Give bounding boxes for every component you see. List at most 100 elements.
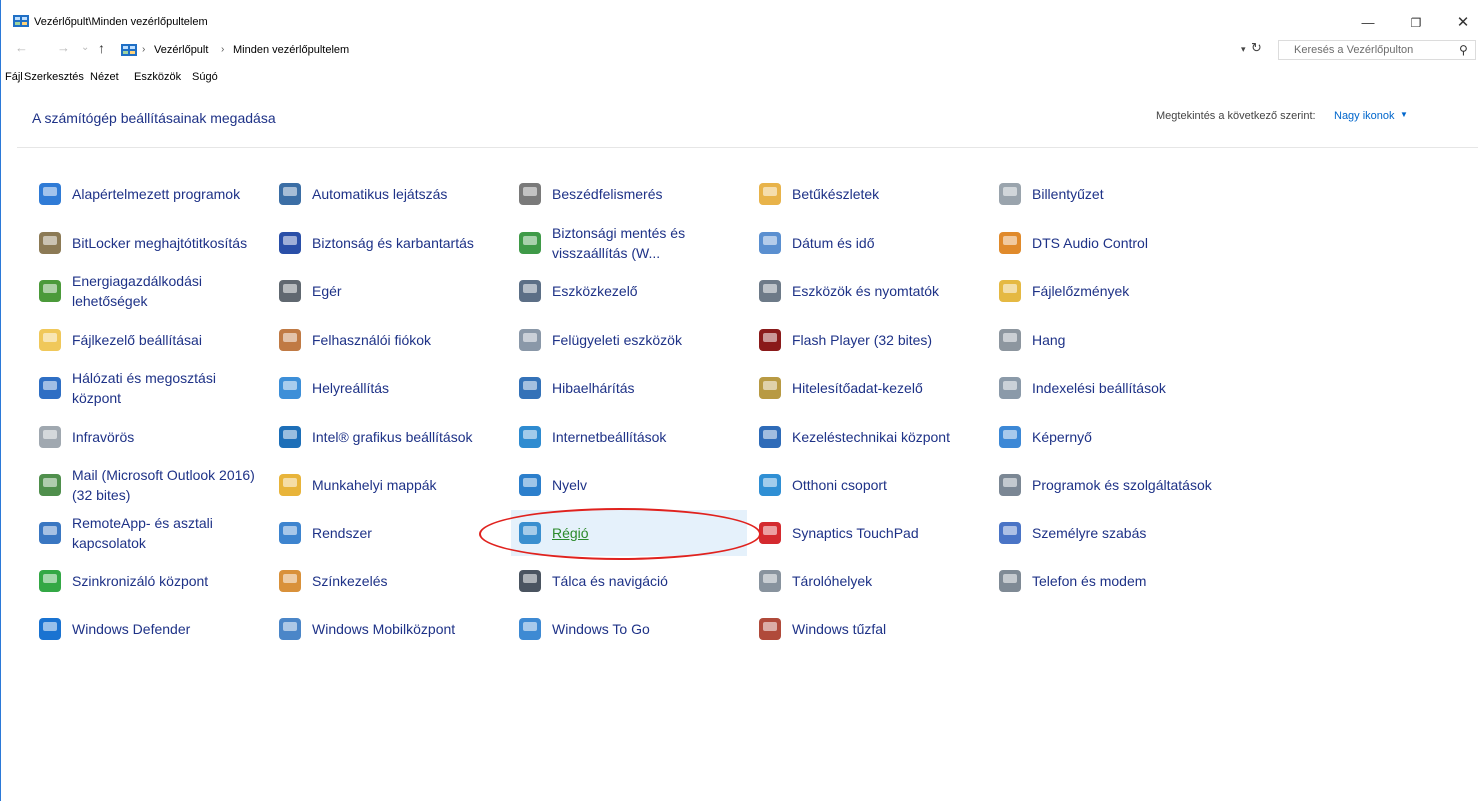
refresh-icon[interactable]: ↻ xyxy=(1251,40,1262,56)
menu-tools[interactable]: Eszközök xyxy=(134,71,181,83)
control-panel-item-label: Windows tűzfal xyxy=(792,621,887,637)
keyboard-icon xyxy=(999,183,1021,205)
breadcrumb-all-items[interactable]: Minden vezérlőpultelem xyxy=(233,44,349,56)
control-panel-item[interactable]: Eszközkezelő xyxy=(511,268,747,314)
control-panel-item-label: Alapértelmezett programok xyxy=(72,186,241,202)
up-button[interactable]: ↑ xyxy=(98,40,105,56)
address-bar[interactable]: › Vezérlőpult › Minden vezérlőpultelem ▾ xyxy=(116,40,1270,62)
control-panel-item[interactable]: Tálca és navigáció xyxy=(511,558,747,604)
breadcrumb-separator[interactable]: › xyxy=(142,44,145,55)
control-panel-item[interactable]: Tárolóhelyek xyxy=(751,558,987,604)
control-panel-item[interactable]: Hitelesítőadat-kezelő xyxy=(751,365,987,411)
minimize-button[interactable]: — xyxy=(1346,14,1390,32)
control-panel-item[interactable]: Telefon és modem xyxy=(991,558,1227,604)
control-panel-item[interactable]: Hálózati és megosztási központ xyxy=(31,365,267,411)
control-panel-item[interactable]: Biztonság és karbantartás xyxy=(271,220,507,266)
control-panel-item[interactable]: Energiagazdálkodási lehetőségek xyxy=(31,268,267,314)
control-panel-item[interactable]: Windows tűzfal xyxy=(751,606,987,652)
address-dropdown-icon[interactable]: ▾ xyxy=(1241,44,1246,55)
control-panel-item[interactable]: Synaptics TouchPad xyxy=(751,510,987,556)
control-panel-item[interactable]: Fájlkezelő beállításai xyxy=(31,317,267,363)
control-panel-item[interactable]: Billentyűzet xyxy=(991,171,1227,217)
control-panel-item[interactable]: DTS Audio Control xyxy=(991,220,1227,266)
control-panel-item-label: Hang xyxy=(1032,332,1066,348)
control-panel-icon xyxy=(13,15,29,27)
control-panel-item-label: Képernyő xyxy=(1032,429,1092,445)
breadcrumb-separator[interactable]: › xyxy=(221,44,224,55)
control-panel-item[interactable]: Biztonsági mentés és visszaállítás (W... xyxy=(511,220,747,266)
control-panel-item[interactable]: Windows Defender xyxy=(31,606,267,652)
control-panel-item[interactable]: Egér xyxy=(271,268,507,314)
control-panel-item[interactable]: Szinkronizáló központ xyxy=(31,558,267,604)
control-panel-item[interactable]: Automatikus lejátszás xyxy=(271,171,507,217)
file-history-icon xyxy=(999,280,1021,302)
control-panel-item-label: Kezeléstechnikai központ xyxy=(792,429,950,445)
control-panel-item[interactable]: Betűkészletek xyxy=(751,171,987,217)
control-panel-item[interactable]: Régió xyxy=(511,510,747,556)
control-panel-item[interactable]: Indexelési beállítások xyxy=(991,365,1227,411)
control-panel-item[interactable]: Személyre szabás xyxy=(991,510,1227,556)
control-panel-item[interactable]: Dátum és idő xyxy=(751,220,987,266)
control-panel-item[interactable]: Felügyeleti eszközök xyxy=(511,317,747,363)
control-panel-item-label: Eszközkezelő xyxy=(552,283,638,299)
control-panel-item[interactable]: Felhasználói fiókok xyxy=(271,317,507,363)
fonts-icon xyxy=(759,183,781,205)
maximize-button[interactable]: ❐ xyxy=(1394,14,1438,32)
control-panel-item-label: Billentyűzet xyxy=(1032,186,1104,202)
menu-file[interactable]: Fájl xyxy=(5,71,23,83)
control-panel-item[interactable]: Otthoni csoport xyxy=(751,462,987,508)
search-input[interactable]: Keresés a Vezérlőpulton ⚲ xyxy=(1278,40,1476,60)
control-panel-item[interactable]: Programok és szolgáltatások xyxy=(991,462,1227,508)
control-panel-item[interactable]: Helyreállítás xyxy=(271,365,507,411)
control-panel-item[interactable]: Eszközök és nyomtatók xyxy=(751,268,987,314)
control-panel-item[interactable]: Internetbeállítások xyxy=(511,414,747,460)
view-by-dropdown[interactable]: Nagy ikonok xyxy=(1334,110,1395,122)
search-icon[interactable]: ⚲ xyxy=(1459,43,1468,57)
breadcrumb-control-panel[interactable]: Vezérlőpult xyxy=(154,44,208,56)
menu-help[interactable]: Súgó xyxy=(192,71,218,83)
control-panel-item[interactable]: RemoteApp- és asztali kapcsolatok xyxy=(31,510,267,556)
control-panel-item[interactable]: Windows To Go xyxy=(511,606,747,652)
control-panel-item[interactable]: Flash Player (32 bites) xyxy=(751,317,987,363)
control-panel-item[interactable]: Rendszer xyxy=(271,510,507,556)
menu-view[interactable]: Nézet xyxy=(90,71,119,83)
close-button[interactable]: ✕ xyxy=(1441,14,1478,32)
recent-locations-button[interactable]: ⌄ xyxy=(81,42,89,53)
control-panel-item[interactable]: BitLocker meghajtótitkosítás xyxy=(31,220,267,266)
control-panel-item-label: Tálca és navigáció xyxy=(552,573,668,589)
calendar-clock-icon xyxy=(759,232,781,254)
control-panel-item[interactable]: Munkahelyi mappák xyxy=(271,462,507,508)
dts-icon xyxy=(999,232,1021,254)
control-panel-item[interactable]: Alapértelmezett programok xyxy=(31,171,267,217)
autoplay-icon xyxy=(279,183,301,205)
control-panel-item[interactable]: Mail (Microsoft Outlook 2016) (32 bites) xyxy=(31,462,267,508)
control-panel-item-label: Indexelési beállítások xyxy=(1032,380,1166,396)
menu-edit[interactable]: Szerkesztés xyxy=(24,71,84,83)
control-panel-item[interactable]: Beszédfelismerés xyxy=(511,171,747,217)
control-panel-item-label: Automatikus lejátszás xyxy=(312,186,448,202)
forward-button[interactable]: → xyxy=(57,40,70,55)
search-placeholder: Keresés a Vezérlőpulton xyxy=(1294,44,1414,56)
control-panel-item[interactable]: Kezeléstechnikai központ xyxy=(751,414,987,460)
flag-icon xyxy=(279,232,301,254)
control-panel-item[interactable]: Fájlelőzmények xyxy=(991,268,1227,314)
control-panel-item-label: Felhasználói fiókok xyxy=(312,332,432,348)
back-button[interactable]: ← xyxy=(15,40,28,55)
control-panel-item[interactable]: Nyelv xyxy=(511,462,747,508)
control-panel-item[interactable]: Infravörös xyxy=(31,414,267,460)
control-panel-item[interactable]: Képernyő xyxy=(991,414,1227,460)
mobility-center-icon xyxy=(279,618,301,640)
control-panel-item[interactable]: Intel® grafikus beállítások xyxy=(271,414,507,460)
control-panel-item[interactable]: Hibaelhárítás xyxy=(511,365,747,411)
control-panel-item-label: Flash Player (32 bites) xyxy=(792,332,933,348)
network-icon xyxy=(39,377,61,399)
sync-icon xyxy=(39,570,61,592)
view-by-label: Megtekintés a következő szerint: xyxy=(1156,110,1316,122)
chevron-down-icon[interactable]: ▼ xyxy=(1400,110,1408,119)
control-panel-item[interactable]: Windows Mobilközpont xyxy=(271,606,507,652)
control-panel-item[interactable]: Hang xyxy=(991,317,1227,363)
control-panel-item-label: Windows Defender xyxy=(72,621,191,637)
control-panel-item-label: Mail (Microsoft Outlook 2016) (32 bites) xyxy=(72,467,255,503)
control-panel-item[interactable]: Színkezelés xyxy=(271,558,507,604)
admin-tools-icon xyxy=(519,329,541,351)
